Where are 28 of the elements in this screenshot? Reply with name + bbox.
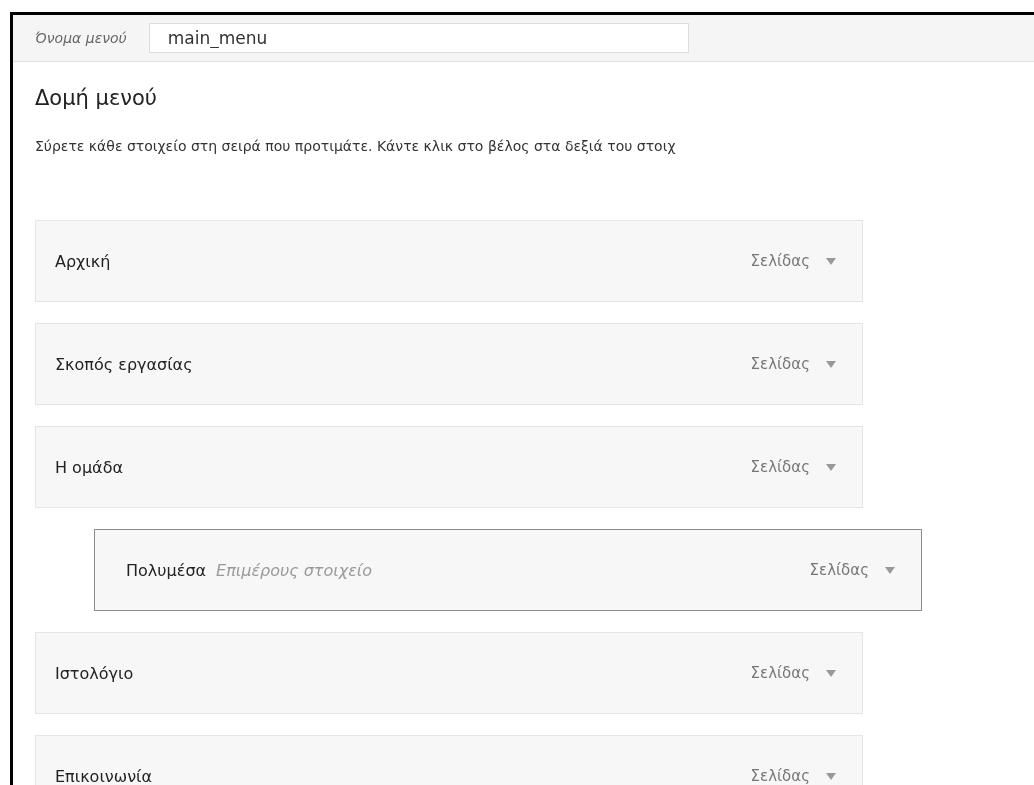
dropdown-arrow-icon[interactable] xyxy=(826,772,836,780)
menu-item-label: Αρχική xyxy=(55,251,111,271)
dropdown-arrow-icon[interactable] xyxy=(826,463,836,471)
item-type: Σελίδας xyxy=(750,458,810,476)
menu-name-label: Όνομα μενού xyxy=(35,30,127,46)
dropdown-arrow-icon[interactable] xyxy=(826,669,836,677)
item-type: Σελίδας xyxy=(750,664,810,682)
item-type: Σελίδας xyxy=(750,767,810,785)
dropdown-arrow-icon[interactable] xyxy=(826,257,836,265)
item-type: Σελίδας xyxy=(750,252,810,270)
menu-item[interactable]: Ιστολόγιο Σελίδας xyxy=(35,632,863,714)
instructions-text: Σύρετε κάθε στοιχείο στη σειρά που προτιμάτε. Κάντε κλικ στο βέλος στα δεξιά του στοιχ xyxy=(35,138,677,154)
menu-item[interactable]: Η ομάδα Σελίδας xyxy=(35,426,863,508)
menu-item-label: Ιστολόγιο xyxy=(55,663,134,683)
menu-item-label: Η ομάδα xyxy=(55,457,123,477)
menu-item[interactable]: Αρχική Σελίδας xyxy=(35,220,863,302)
item-type: Σελίδας xyxy=(750,355,810,373)
dropdown-arrow-icon[interactable] xyxy=(885,566,895,574)
item-type: Σελίδας xyxy=(809,561,869,579)
sub-item-note: Επιμέρους στοιχείο xyxy=(216,560,373,580)
menu-item-label: Σκοπός εργασίας xyxy=(55,354,193,374)
section-title: Δομή μενού xyxy=(35,86,158,110)
menu-name-field[interactable]: main_menu xyxy=(148,23,689,53)
menu-item-label: Πολυμέσα xyxy=(126,560,207,580)
menu-item[interactable]: Επικοινωνία Σελίδας xyxy=(35,735,863,785)
dropdown-arrow-icon[interactable] xyxy=(826,360,836,368)
menu-item-label: Επικοινωνία xyxy=(55,766,153,785)
menu-item[interactable]: Σκοπός εργασίας Σελίδας xyxy=(35,323,863,405)
